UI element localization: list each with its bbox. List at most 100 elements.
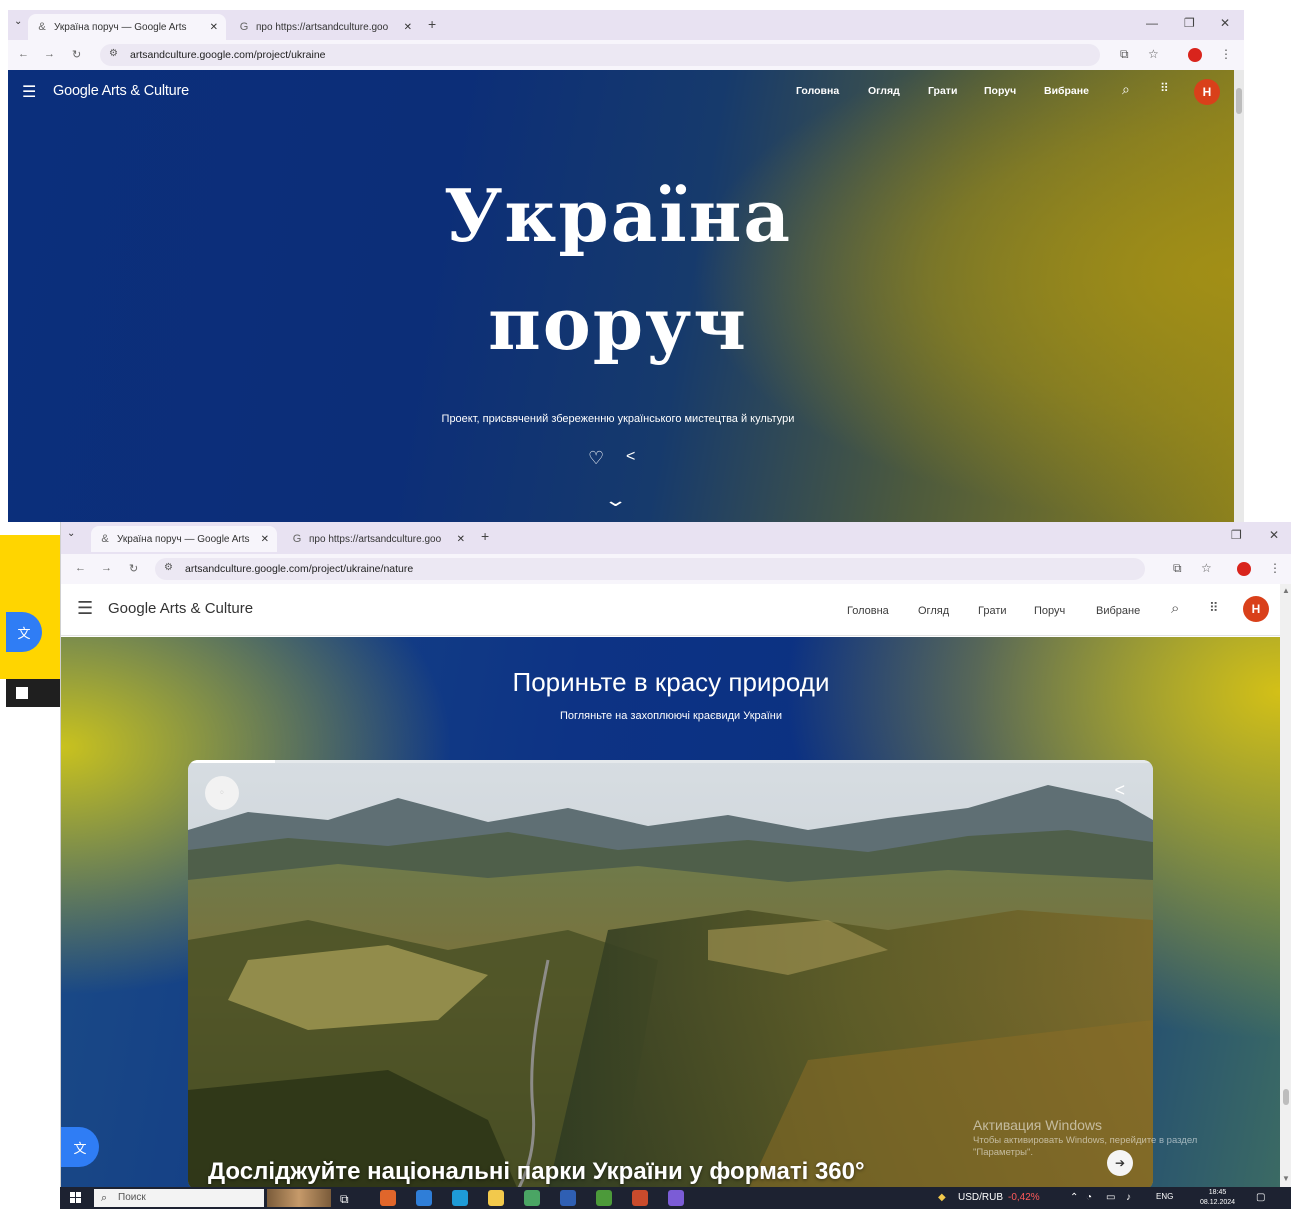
cast-icon[interactable]: ⧉ [1173, 561, 1182, 576]
close-tab-icon[interactable]: ✕ [396, 22, 412, 33]
back-arrow-icon[interactable]: ← [18, 48, 29, 60]
translate-widget-icon[interactable]: 文 [61, 1127, 99, 1167]
scroll-up-arrow-icon[interactable]: ▲ [1282, 586, 1290, 595]
nav-explore[interactable]: Огляд [918, 605, 949, 617]
tab-title: про https://artsandculture.goo [256, 21, 389, 33]
back-arrow-icon[interactable]: ← [75, 562, 86, 574]
start-windows-icon[interactable] [70, 1192, 82, 1204]
input-language[interactable]: ENG [1156, 1192, 1173, 1201]
user-avatar[interactable]: Н [1243, 596, 1269, 622]
nav-play[interactable]: Грати [978, 605, 1007, 617]
close-window-icon[interactable]: ✕ [1220, 16, 1230, 30]
forward-arrow-icon[interactable]: → [101, 562, 112, 574]
store-app-icon[interactable] [524, 1190, 540, 1206]
page-scrollbar[interactable] [1234, 70, 1244, 522]
forward-arrow-icon[interactable]: → [44, 48, 55, 60]
bookmark-star-icon[interactable]: ☆ [1148, 47, 1159, 61]
share-icon[interactable]: < [1114, 780, 1125, 801]
nav-favorites[interactable]: Вибране [1044, 85, 1089, 97]
firefox-app-icon[interactable] [380, 1190, 396, 1206]
taskbar-search-box[interactable]: ⌕ Поиск [94, 1189, 264, 1207]
url-text: artsandculture.google.com/project/ukrain… [130, 49, 326, 61]
volume-icon[interactable]: ♪ [1126, 1192, 1131, 1203]
search-icon[interactable]: ⌕ [1171, 600, 1179, 617]
word-app-icon[interactable] [560, 1190, 576, 1206]
site-brand[interactable]: Google Arts & Culture [53, 83, 189, 99]
tab-google-search[interactable]: G про https://artsandculture.goo ✕ [283, 526, 473, 552]
clock-time: 18:45 [1208, 1189, 1227, 1196]
task-view-icon[interactable]: ⧉ [340, 1192, 349, 1207]
card-title[interactable]: Досліджуйте національні парки України у … [208, 1158, 865, 1186]
new-tab-plus-icon[interactable]: + [428, 16, 436, 32]
partner-logo-icon[interactable]: ◌ [205, 776, 239, 810]
browser-menu-icon[interactable]: ⋮ [1220, 47, 1232, 61]
file-explorer-icon[interactable] [488, 1190, 504, 1206]
currency-pair[interactable]: USD/RUB [958, 1192, 1003, 1203]
activation-title: Активация Windows [973, 1117, 1103, 1133]
scroll-down-arrow-icon[interactable]: ▼ [1282, 1174, 1290, 1183]
hamburger-menu-icon[interactable]: ☰ [22, 82, 36, 102]
cast-icon[interactable]: ⧉ [1120, 47, 1129, 62]
reload-icon[interactable]: ↻ [72, 48, 81, 61]
battery-icon[interactable]: ▭ [1106, 1192, 1115, 1203]
reload-icon[interactable]: ↻ [129, 562, 138, 575]
address-bar[interactable]: ⚙ artsandculture.google.com/project/ukra… [155, 558, 1145, 580]
hero-title: Україна поруч [408, 176, 828, 364]
telegram-app-icon[interactable] [416, 1190, 432, 1206]
chrome-app-icon[interactable] [596, 1190, 612, 1206]
hero-subtitle: Проект, присвячений збереженню українськ… [441, 413, 795, 425]
powerpoint-app-icon[interactable] [632, 1190, 648, 1206]
scroll-down-chevron-icon[interactable]: ⌄ [603, 490, 627, 511]
page-scrollbar[interactable]: ▲ ▼ [1280, 584, 1291, 1187]
search-highlight-image [267, 1189, 331, 1207]
site-info-icon[interactable]: ⚙ [109, 48, 118, 59]
profile-icon[interactable] [1237, 562, 1251, 576]
maximize-icon[interactable]: ❐ [1231, 528, 1242, 542]
search-magnifier-icon: ⌕ [101, 1192, 108, 1204]
apps-grid-icon[interactable]: ⠿ [1209, 600, 1219, 616]
tab-ukraine-active[interactable]: & Україна поруч — Google Arts ✕ [28, 14, 226, 40]
site-brand[interactable]: Google Arts & Culture [108, 600, 253, 617]
section-title: Пориньте в красу природи [512, 667, 830, 697]
bookmark-star-icon[interactable]: ☆ [1201, 561, 1212, 575]
apps-grid-icon[interactable]: ⠿ [1160, 81, 1169, 95]
close-tab-icon[interactable]: ✕ [253, 534, 269, 545]
edge-app-icon[interactable] [452, 1190, 468, 1206]
nav-explore[interactable]: Огляд [868, 85, 900, 97]
maximize-icon[interactable]: ❐ [1184, 16, 1195, 30]
windows-logo-icon[interactable] [16, 687, 28, 699]
user-avatar[interactable]: Н [1194, 79, 1220, 105]
site-info-icon[interactable]: ⚙ [164, 562, 173, 573]
nav-home[interactable]: Головна [796, 85, 839, 97]
nav-nearby[interactable]: Поруч [984, 85, 1016, 97]
address-bar[interactable]: ⚙ artsandculture.google.com/project/ukra… [100, 44, 1100, 66]
tab-google-search[interactable]: G про https://artsandculture.goo ✕ [230, 14, 420, 40]
tray-chevron-icon[interactable]: ⌃ [1070, 1192, 1078, 1203]
notifications-icon[interactable]: ▢ [1256, 1192, 1265, 1203]
close-tab-icon[interactable]: ✕ [449, 534, 465, 545]
tab-ukraine-active[interactable]: & Україна поруч — Google Arts ✕ [91, 526, 277, 552]
currency-widget-icon[interactable]: ◆ [938, 1192, 946, 1203]
nav-nearby[interactable]: Поруч [1034, 605, 1065, 617]
favorite-heart-icon[interactable]: ♡ [588, 448, 604, 469]
share-icon[interactable]: < [626, 448, 635, 466]
tab-search-chevron-icon[interactable]: ⌄ [67, 528, 75, 539]
browser-menu-icon[interactable]: ⋮ [1269, 561, 1281, 575]
minimize-icon[interactable]: — [1146, 16, 1158, 30]
nav-play[interactable]: Грати [928, 85, 957, 97]
viber-app-icon[interactable] [668, 1190, 684, 1206]
profile-icon[interactable] [1188, 48, 1202, 62]
hamburger-menu-icon[interactable]: ☰ [77, 598, 93, 619]
nav-home[interactable]: Головна [847, 605, 889, 617]
scrollbar-thumb[interactable] [1236, 88, 1242, 114]
nav-favorites[interactable]: Вибране [1096, 605, 1140, 617]
search-icon[interactable]: ⌕ [1122, 81, 1130, 98]
taskbar-clock[interactable]: 18:45 08.12.2024 [1200, 1188, 1235, 1208]
close-tab-icon[interactable]: ✕ [202, 22, 218, 33]
scrollbar-thumb[interactable] [1283, 1089, 1289, 1105]
tab-search-chevron-icon[interactable]: ⌄ [14, 16, 22, 27]
new-tab-plus-icon[interactable]: + [481, 528, 489, 544]
network-icon[interactable]: ◔ [1086, 1192, 1092, 1203]
tab-title: Україна поруч — Google Arts [54, 21, 187, 33]
close-window-icon[interactable]: ✕ [1269, 528, 1279, 542]
